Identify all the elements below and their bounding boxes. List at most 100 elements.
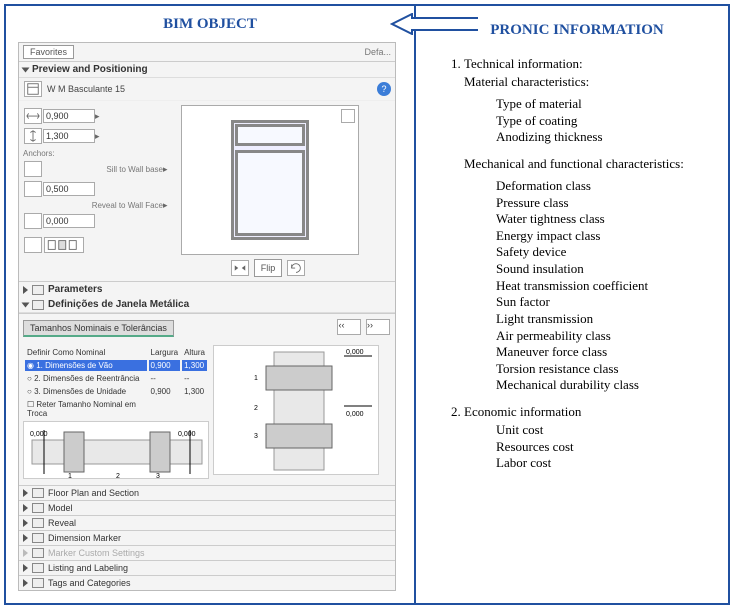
bim-app-window: Favorites Defa... Preview and Positionin… (18, 42, 396, 591)
nominal-tab[interactable]: Tamanhos Nominais e Tolerâncias (23, 320, 174, 337)
heading-bim: BIM OBJECT (18, 16, 402, 33)
floorplan-icon (32, 488, 44, 498)
section-tags[interactable]: Tags and Categories (48, 578, 131, 588)
sill-input[interactable] (43, 182, 95, 196)
material-heading: Material characteristics: (464, 74, 716, 90)
listing-icon (32, 563, 44, 573)
section-marker-custom: Marker Custom Settings (48, 548, 145, 558)
window-3d-model (225, 120, 315, 240)
marker-icon (32, 548, 44, 558)
plan-detail-drawing: 0,000 0,000 1 2 3 (23, 421, 209, 479)
rotate-icon[interactable] (287, 260, 305, 276)
svg-text:0,000: 0,000 (346, 411, 364, 418)
reveal-icon[interactable] (24, 213, 42, 229)
tab-prev-icon[interactable]: ‹‹ (337, 319, 361, 335)
reveal-label: Reveal to Wall Face (92, 201, 163, 210)
list-item: Maneuver force class (496, 344, 716, 361)
mirror-icon[interactable] (231, 260, 249, 276)
dimension-icon (32, 533, 44, 543)
svg-text:3: 3 (254, 433, 258, 440)
height-input[interactable] (43, 129, 95, 143)
width-icon[interactable] (24, 108, 42, 124)
list-item: Deformation class (496, 178, 716, 195)
table-row[interactable]: ○ 3. Dimensões de Unidade0,9001,300 (25, 386, 207, 397)
svg-text:2: 2 (116, 473, 120, 479)
list-item: Sun factor (496, 294, 716, 311)
list-item: Type of coating (496, 113, 716, 130)
chevron-down-icon[interactable] (22, 302, 30, 307)
section-detail-drawing: 0,000 0,000 1 2 3 (213, 345, 379, 475)
svg-text:2: 2 (254, 405, 258, 412)
list-item: Pressure class (496, 195, 716, 212)
svg-text:1: 1 (254, 375, 258, 382)
section-parameters[interactable]: Parameters (48, 284, 102, 295)
chevron-right-icon[interactable] (23, 489, 28, 497)
chevron-right-icon[interactable]: ▸ (95, 131, 105, 141)
chevron-right-icon[interactable]: ▸ (95, 111, 105, 121)
section-definitions: Definições de Janela Metálica (48, 299, 189, 310)
model-icon (32, 503, 44, 513)
reveal-sec-icon (32, 518, 44, 528)
svg-text:0,000: 0,000 (346, 349, 364, 356)
tab-next-icon[interactable]: ›› (366, 319, 390, 335)
chevron-right-icon[interactable] (23, 534, 28, 542)
chevron-right-icon[interactable]: ▸ (163, 200, 173, 210)
section-model[interactable]: Model (48, 503, 73, 513)
section-dimension[interactable]: Dimension Marker (48, 533, 121, 543)
anchor-mode-icon[interactable] (44, 237, 84, 253)
module-name: W M Basculante 15 (43, 84, 377, 94)
chevron-down-icon[interactable] (22, 67, 30, 72)
svg-text:0,000: 0,000 (30, 431, 48, 438)
section-reveal[interactable]: Reveal (48, 518, 76, 528)
favorites-button[interactable]: Favorites (23, 45, 74, 59)
list-item: Water tightness class (496, 211, 716, 228)
svg-text:0,000: 0,000 (178, 431, 196, 438)
chevron-right-icon[interactable]: ▸ (163, 164, 173, 174)
list-item: Torsion resistance class (496, 361, 716, 378)
default-label: Defa... (364, 47, 391, 57)
list-item: Unit cost (496, 422, 716, 439)
list-item: Type of material (496, 96, 716, 113)
anchors-label: Anchors: (23, 149, 173, 158)
anchor-icon[interactable] (24, 161, 42, 177)
help-icon[interactable]: ? (377, 82, 391, 96)
chevron-right-icon[interactable] (23, 564, 28, 572)
list-item: Heat transmission coefficient (496, 278, 716, 295)
chevron-right-icon[interactable] (23, 519, 28, 527)
view-mode-icon[interactable] (341, 109, 355, 123)
section2-title: Economic information (464, 404, 581, 419)
list-item: Resources cost (496, 439, 716, 456)
section-floorplan[interactable]: Floor Plan and Section (48, 488, 139, 498)
chevron-right-icon (23, 549, 28, 557)
table-row[interactable]: ○ 2. Dimensões de Reentrância---- (25, 373, 207, 384)
window-type-icon[interactable] (24, 81, 42, 97)
section-listing[interactable]: Listing and Labeling (48, 563, 128, 573)
tags-icon (32, 578, 44, 588)
chevron-right-icon[interactable] (23, 286, 28, 294)
chevron-right-icon[interactable] (23, 504, 28, 512)
sill-label: Sill to Wall base (106, 165, 163, 174)
list-item: Energy impact class (496, 228, 716, 245)
arrow-left (390, 14, 480, 34)
section-preview-title: Preview and Positioning (32, 64, 148, 75)
preview-3d[interactable] (181, 105, 359, 255)
height-icon[interactable] (24, 128, 42, 144)
svg-text:1: 1 (68, 473, 72, 479)
list-item: Labor cost (496, 455, 716, 472)
width-input[interactable] (43, 109, 95, 123)
list-item: Sound insulation (496, 261, 716, 278)
flip-button[interactable]: Flip (254, 259, 283, 277)
svg-text:3: 3 (156, 473, 160, 479)
chevron-right-icon[interactable] (23, 579, 28, 587)
table-row[interactable]: ☐ Reter Tamanho Nominal em Troca (25, 399, 207, 419)
list-item: Safety device (496, 244, 716, 261)
nominal-table: Definir Como NominalLarguraAltura ◉ 1. D… (23, 345, 209, 421)
sill-height-icon[interactable] (24, 181, 42, 197)
definitions-icon (32, 300, 44, 310)
plan-icon[interactable] (24, 237, 42, 253)
reveal-input[interactable] (43, 214, 95, 228)
list-item: Light transmission (496, 311, 716, 328)
list-item: Anodizing thickness (496, 129, 716, 146)
table-row[interactable]: ◉ 1. Dimensões de Vão0,9001,300 (25, 360, 207, 371)
list-item: Mechanical durability class (496, 377, 716, 394)
